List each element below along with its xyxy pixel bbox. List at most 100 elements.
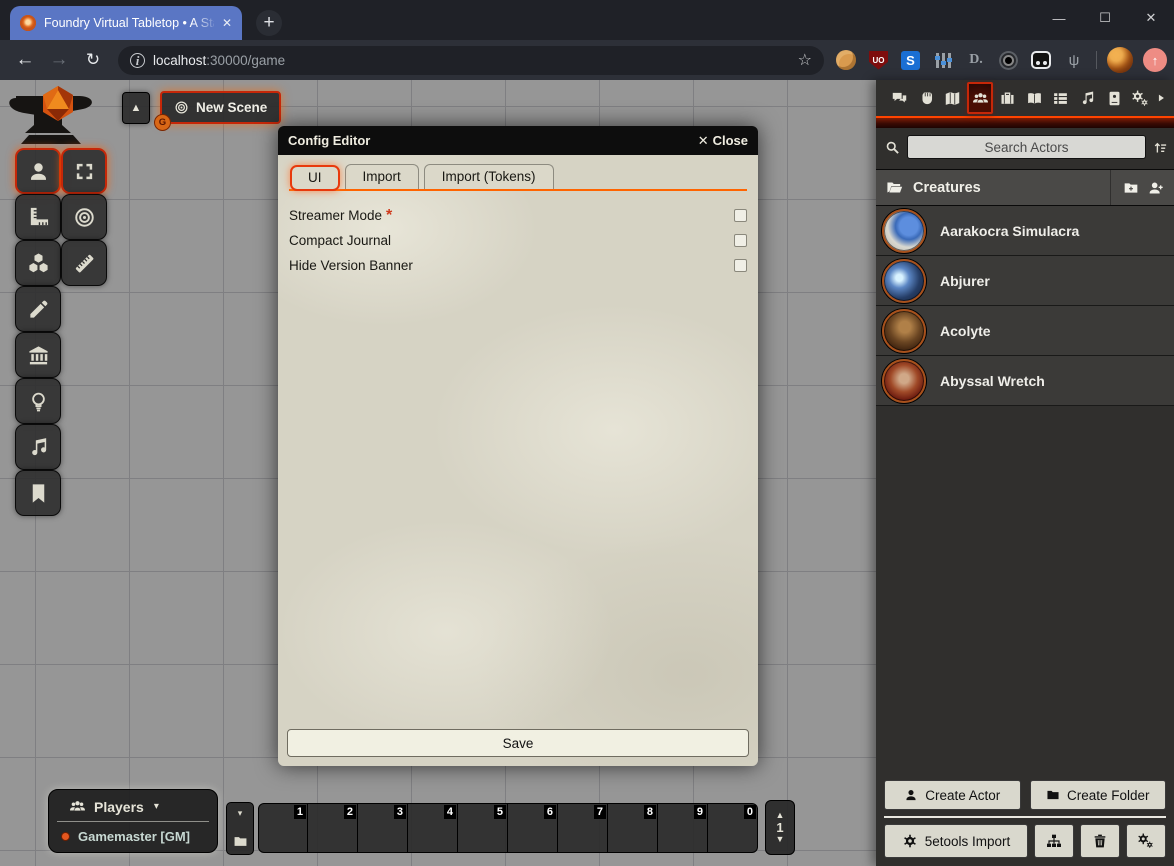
players-header[interactable]: Players ▾: [57, 797, 209, 822]
search-input[interactable]: [907, 135, 1146, 159]
tab-import-tokens[interactable]: Import (Tokens): [424, 164, 554, 189]
tool-sounds[interactable]: [15, 424, 61, 470]
stylus-extension-icon[interactable]: S: [901, 51, 920, 70]
sort-icon[interactable]: [1153, 140, 1168, 155]
dialog-header[interactable]: Config Editor ✕Close: [278, 126, 758, 155]
hotbar-slot[interactable]: 5: [458, 803, 508, 853]
tool-walls[interactable]: [15, 332, 61, 378]
delete-button[interactable]: [1080, 824, 1120, 858]
hotbar-slot[interactable]: 4: [408, 803, 458, 853]
tab-ui[interactable]: UI: [290, 165, 340, 191]
sidebar-footer: Create Actor Create Folder 5etools Impor…: [876, 774, 1174, 866]
caret-right-icon: [1156, 93, 1166, 103]
hotbar-slot[interactable]: 2: [308, 803, 358, 853]
d-extension-icon[interactable]: D.: [966, 50, 986, 70]
tool-drawings[interactable]: [15, 286, 61, 332]
hotbar-slot[interactable]: 3: [358, 803, 408, 853]
tool-lighting[interactable]: [15, 378, 61, 424]
tab-import[interactable]: Import: [345, 164, 419, 189]
forward-button: →: [42, 49, 76, 71]
actor-portrait[interactable]: [882, 259, 926, 303]
hotbar-slot[interactable]: 8: [608, 803, 658, 853]
sidebar-tab-journal[interactable]: [1021, 81, 1048, 115]
sidebar-tab-actors[interactable]: [967, 82, 993, 114]
actor-row[interactable]: Acolyte: [876, 306, 1174, 356]
ublock-extension-icon[interactable]: UO: [869, 51, 888, 70]
sidebar-tab-compendium[interactable]: [1101, 81, 1128, 115]
chevron-down-icon: ▾: [154, 801, 159, 812]
claw-extension-icon[interactable]: ψ: [1064, 50, 1084, 70]
sidebar-tab-playlists[interactable]: [1074, 81, 1101, 115]
hotbar-slot[interactable]: 6: [508, 803, 558, 853]
scene-nav-new-scene[interactable]: New Scene G: [160, 91, 281, 124]
create-actor-button[interactable]: Create Actor: [884, 780, 1021, 810]
create-actor-in-folder-icon[interactable]: [1148, 180, 1164, 196]
sliders-extension-icon[interactable]: [933, 50, 953, 70]
close-window-button[interactable]: ✕: [1128, 10, 1174, 26]
actor-portrait[interactable]: [882, 209, 926, 253]
bookmark-star-icon[interactable]: ☆: [798, 50, 812, 70]
browser-update-button[interactable]: ↑: [1143, 48, 1167, 72]
save-button[interactable]: Save: [287, 729, 749, 757]
folder-tree-button[interactable]: [1034, 824, 1074, 858]
hotbar-slot[interactable]: 1: [258, 803, 308, 853]
actor-row[interactable]: Abjurer: [876, 256, 1174, 306]
tool-select-targets[interactable]: [61, 148, 107, 194]
actor-portrait[interactable]: [882, 359, 926, 403]
url-bar[interactable]: i localhost:30000/game ☆: [118, 46, 824, 75]
tool-target-token[interactable]: [61, 194, 107, 240]
create-subfolder-icon[interactable]: [1123, 180, 1139, 196]
darkreader-extension-icon[interactable]: [1031, 51, 1051, 69]
ruler-icon: [73, 252, 96, 275]
site-info-icon[interactable]: i: [130, 53, 145, 68]
hotbar-slot[interactable]: 7: [558, 803, 608, 853]
tab-close-icon[interactable]: ✕: [222, 16, 232, 30]
actor-row[interactable]: Abyssal Wretch: [876, 356, 1174, 406]
streamer-mode-checkbox[interactable]: [734, 209, 747, 222]
sidebar-tab-scenes[interactable]: [939, 81, 966, 115]
sidebar-active-tab-glow: [876, 116, 1174, 128]
tool-token-controls[interactable]: [15, 148, 61, 194]
hide-version-banner-checkbox[interactable]: [734, 259, 747, 272]
fivetools-import-button[interactable]: 5etools Import: [884, 824, 1028, 858]
profile-avatar[interactable]: [1107, 47, 1133, 73]
maximize-button[interactable]: ☐: [1082, 10, 1128, 26]
sidebar-tab-tables[interactable]: [1047, 81, 1074, 115]
dialog-close-button[interactable]: ✕Close: [698, 133, 748, 149]
back-button[interactable]: ←: [8, 49, 42, 71]
tool-measure-distance[interactable]: [61, 240, 107, 286]
actor-portrait[interactable]: [882, 309, 926, 353]
sidebar-tab-combat[interactable]: [913, 81, 940, 115]
player-row[interactable]: Gamemaster [GM]: [49, 822, 217, 846]
folder-header-creatures[interactable]: Creatures: [876, 169, 1174, 206]
new-tab-button[interactable]: +: [256, 10, 282, 36]
reload-button[interactable]: ↻: [76, 50, 110, 70]
actor-row[interactable]: Aarakocra Simulacra: [876, 206, 1174, 256]
lens-extension-icon[interactable]: [999, 51, 1018, 70]
tool-notes[interactable]: [15, 470, 61, 516]
hotbar-slot[interactable]: 0: [708, 803, 758, 853]
tool-tiles[interactable]: [15, 240, 61, 286]
cookie-extension-icon[interactable]: [836, 50, 856, 70]
sidebar-tab-settings[interactable]: [1127, 81, 1154, 115]
tool-measure-templates[interactable]: [15, 194, 61, 240]
settings-button[interactable]: [1126, 824, 1166, 858]
sidebar-tab-items[interactable]: [994, 81, 1021, 115]
slot-key: 6: [544, 805, 556, 819]
hotbar-page-control[interactable]: ▲ 1 ▼: [765, 800, 795, 855]
game-canvas[interactable]: ▲ New Scene G Config Editor ✕Close UI: [0, 80, 1174, 866]
chevron-up-icon[interactable]: ▲: [776, 811, 785, 820]
minimize-button[interactable]: —: [1036, 11, 1082, 26]
new-scene-label: New Scene: [196, 100, 267, 115]
music-icon: [27, 436, 50, 459]
create-folder-button[interactable]: Create Folder: [1030, 780, 1167, 810]
browser-tab[interactable]: Foundry Virtual Tabletop • A Stan ✕: [10, 6, 242, 40]
nav-collapse-button[interactable]: ▲: [122, 92, 150, 124]
players-panel: Players ▾ Gamemaster [GM]: [48, 789, 218, 853]
compact-journal-checkbox[interactable]: [734, 234, 747, 247]
chevron-down-icon[interactable]: ▼: [776, 835, 785, 844]
macro-directory-control[interactable]: ▾: [226, 802, 254, 855]
hotbar-slot[interactable]: 9: [658, 803, 708, 853]
sidebar-collapse-button[interactable]: [1154, 81, 1168, 115]
sidebar-tab-chat[interactable]: [886, 81, 913, 115]
